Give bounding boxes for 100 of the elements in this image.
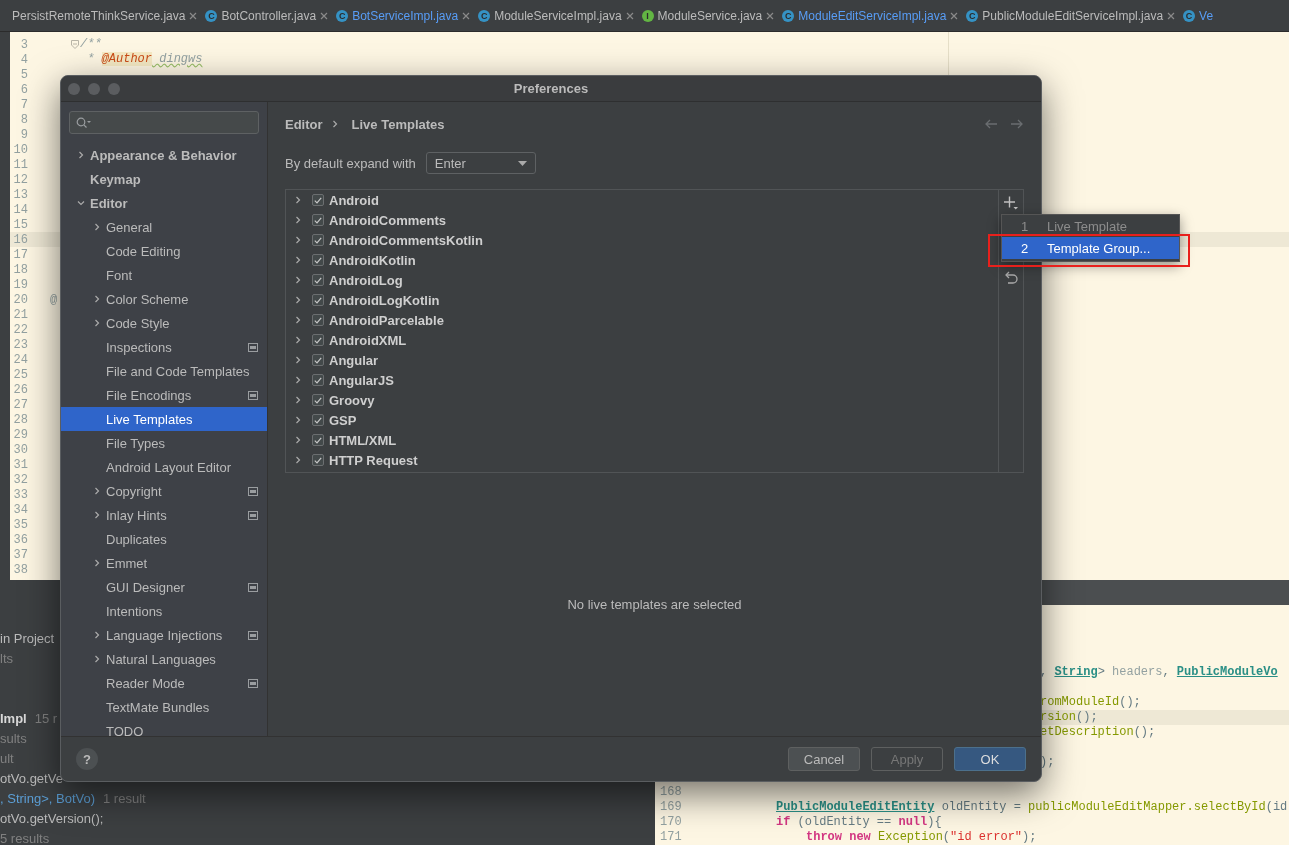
expand-key-dropdown[interactable]: Enter [425, 152, 536, 174]
file-type-icon: C [966, 9, 979, 22]
breadcrumb-item[interactable]: Editor [285, 116, 323, 132]
checkbox[interactable] [312, 254, 324, 266]
template-group-label[interactable]: AndroidLogKotlin [329, 292, 440, 308]
dialog-button[interactable]: Cancel [788, 747, 860, 771]
chevron-right-icon [93, 223, 101, 231]
checkbox[interactable] [312, 294, 324, 306]
chevron-right-icon [294, 216, 302, 224]
close-icon[interactable] [189, 11, 198, 20]
checkbox[interactable] [312, 314, 324, 326]
checkbox[interactable] [312, 374, 324, 386]
add-icon[interactable] [1004, 196, 1018, 210]
sidebar-item[interactable]: Duplicates [61, 527, 267, 551]
template-group-label[interactable]: HTTP Request [329, 452, 418, 468]
close-icon[interactable] [1167, 11, 1176, 20]
sidebar-item[interactable]: Code Style [61, 311, 267, 335]
sidebar-item[interactable]: Inspections [61, 335, 267, 359]
result-row[interactable]: otVo.getVersion(); [0, 809, 104, 829]
line-number: 11 [12, 157, 28, 172]
sidebar-item[interactable]: TODO [61, 719, 267, 736]
sidebar-item[interactable]: General [61, 215, 267, 239]
template-group-label[interactable]: AngularJS [329, 372, 394, 388]
editor-tab[interactable]: C ModuleServiceImpl.java [474, 0, 638, 31]
sidebar-item[interactable]: Appearance & Behavior [61, 143, 267, 167]
template-group-label[interactable]: AndroidKotlin [329, 252, 416, 268]
breadcrumb-item[interactable]: Live Templates [351, 116, 445, 132]
template-group-label[interactable]: Angular [329, 352, 379, 368]
menu-item[interactable]: 2 Template Group... [1002, 237, 1179, 259]
editor-tab[interactable]: PersistRemoteThinkService.java [0, 0, 202, 31]
result-row[interactable]: in Project [0, 629, 55, 649]
chevron-right-icon [294, 356, 302, 364]
sidebar-item[interactable]: Live Templates [61, 407, 267, 431]
close-icon[interactable] [766, 11, 775, 20]
help-button[interactable]: ? [76, 748, 98, 770]
sidebar-item[interactable]: Android Layout Editor [61, 455, 267, 479]
template-group-label[interactable]: GSP [329, 412, 357, 428]
close-icon[interactable] [320, 11, 329, 20]
code-line: , String> headers, PublicModuleVo [1040, 665, 1278, 680]
sidebar-item[interactable]: TextMate Bundles [61, 695, 267, 719]
checkbox[interactable] [312, 354, 324, 366]
checkbox[interactable] [312, 334, 324, 346]
sidebar-item[interactable]: Language Injections [61, 623, 267, 647]
sidebar-item[interactable]: Emmet [61, 551, 267, 575]
sidebar-item[interactable]: Code Editing [61, 239, 267, 263]
template-group-label[interactable]: Android [329, 192, 379, 208]
checkbox[interactable] [312, 274, 324, 286]
close-icon[interactable] [625, 11, 634, 20]
editor-tab[interactable]: C BotController.java [201, 0, 333, 31]
line-number: 3 [19, 37, 28, 52]
line-number: 35 [12, 517, 28, 532]
sidebar-item[interactable]: File Encodings [61, 383, 267, 407]
sidebar-item[interactable]: Font [61, 263, 267, 287]
file-type-icon: C [336, 9, 349, 22]
checkbox[interactable] [312, 454, 324, 466]
template-group-label[interactable]: AndroidComments [329, 212, 446, 228]
line-number: 18 [12, 262, 28, 277]
file-type-icon: C [782, 9, 795, 22]
editor-tab[interactable]: C PublicModuleEditServiceImpl.java [962, 0, 1180, 31]
dialog-button[interactable]: OK [954, 747, 1026, 771]
checkbox[interactable] [312, 234, 324, 246]
checkbox[interactable] [312, 394, 324, 406]
chevron-right-icon [294, 276, 302, 284]
sidebar-item[interactable]: Keymap [61, 167, 267, 191]
editor-tab[interactable]: C BotServiceImpl.java [332, 0, 475, 31]
chevron-right-icon [294, 196, 302, 204]
close-icon[interactable] [950, 11, 959, 20]
template-group-label[interactable]: AndroidLog [329, 272, 403, 288]
template-group-label[interactable]: AndroidXML [329, 332, 407, 348]
sidebar-item[interactable]: Reader Mode [61, 671, 267, 695]
checkbox[interactable] [312, 414, 324, 426]
window-icon [248, 510, 258, 520]
sidebar-item[interactable]: Intentions [61, 599, 267, 623]
editor-tab[interactable]: C ModuleEditServiceImpl.java [778, 0, 963, 31]
line-number: 7 [19, 97, 28, 112]
sidebar-item[interactable]: File and Code Templates [61, 359, 267, 383]
editor-tab[interactable]: I ModuleService.java [637, 0, 779, 31]
checkbox[interactable] [312, 194, 324, 206]
search-field[interactable] [69, 111, 259, 134]
chevron-right-icon [77, 151, 85, 159]
sidebar-item[interactable]: Color Scheme [61, 287, 267, 311]
sidebar-item[interactable]: File Types [61, 431, 267, 455]
checkbox[interactable] [312, 214, 324, 226]
undo-icon[interactable] [1004, 271, 1018, 284]
line-number: 28 [12, 412, 28, 427]
result-row[interactable]: otVo.getVe [0, 769, 63, 789]
sidebar-item[interactable]: Inlay Hints [61, 503, 267, 527]
template-group-label[interactable]: AndroidCommentsKotlin [329, 232, 483, 248]
template-group-label[interactable]: Groovy [329, 392, 375, 408]
editor-tab[interactable]: C Ve [1179, 0, 1218, 31]
sidebar-item[interactable]: Editor [61, 191, 267, 215]
template-group-label[interactable]: AndroidParcelable [329, 312, 444, 328]
sidebar-item[interactable]: Copyright [61, 479, 267, 503]
checkbox[interactable] [312, 434, 324, 446]
line-number: 12 [12, 172, 28, 187]
template-group-label[interactable]: HTML/XML [329, 432, 397, 448]
close-icon[interactable] [462, 11, 471, 20]
sidebar-item[interactable]: GUI Designer [61, 575, 267, 599]
window-icon [248, 390, 258, 400]
sidebar-item[interactable]: Natural Languages [61, 647, 267, 671]
